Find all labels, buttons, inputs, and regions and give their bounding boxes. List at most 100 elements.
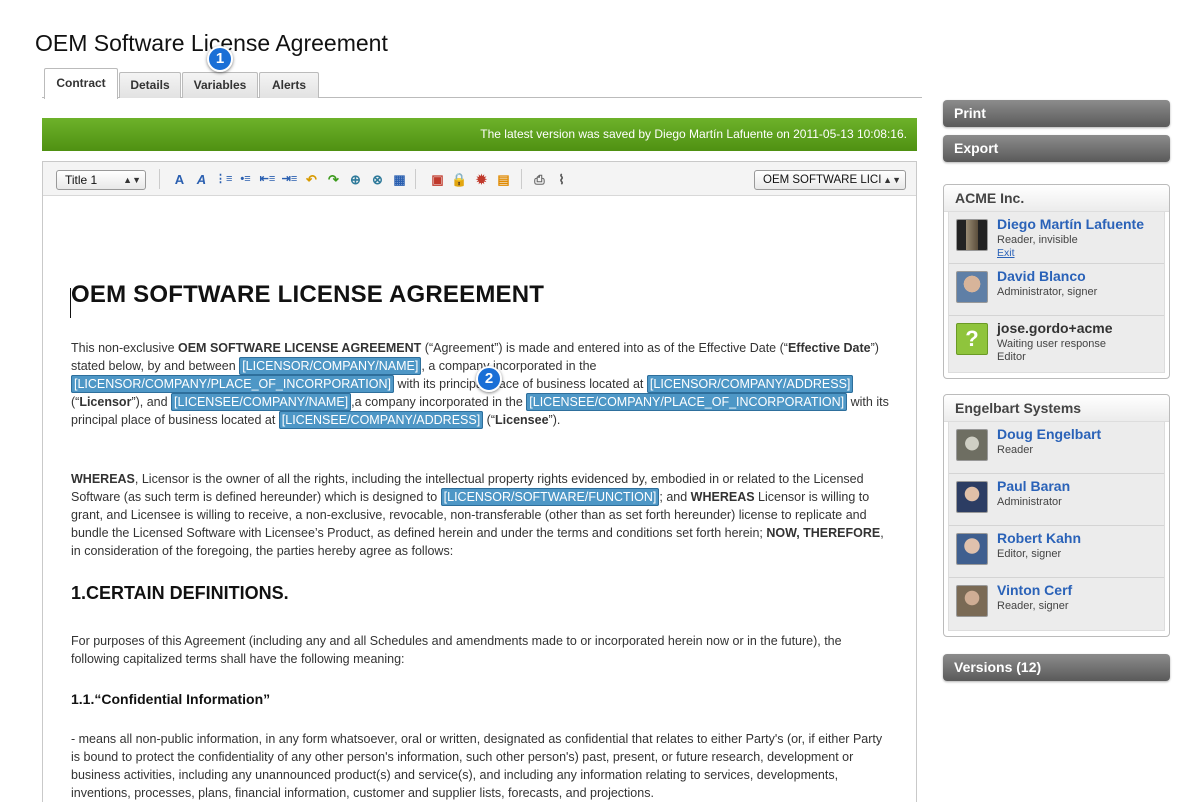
app-root: OEM Software License Agreement Contract … bbox=[0, 0, 1203, 802]
undo-icon[interactable]: ↶ bbox=[303, 171, 320, 188]
user-name[interactable]: jose.gordo+acme bbox=[997, 320, 1113, 336]
user-name[interactable]: David Blanco bbox=[997, 268, 1086, 284]
style-select-value: Title 1 bbox=[65, 173, 98, 187]
text-run: This non-exclusive bbox=[71, 341, 178, 355]
variable-licensor-company-name[interactable]: [LICENSOR/COMPANY/NAME] bbox=[239, 357, 422, 375]
avatar bbox=[956, 585, 988, 617]
section-1-heading: 1.CERTAIN DEFINITIONS. bbox=[71, 583, 289, 603]
text-run: ”), and bbox=[131, 395, 172, 409]
avatar bbox=[956, 271, 988, 303]
indent-icon[interactable]: ⇥≡ bbox=[281, 171, 298, 188]
user-item: David Blanco Administrator, signer bbox=[949, 264, 1164, 316]
bold-run: NOW, THEREFORE bbox=[766, 526, 881, 540]
user-name[interactable]: Paul Baran bbox=[997, 478, 1070, 494]
user-list: Diego Martín Lafuente Reader, invisible … bbox=[948, 212, 1165, 373]
toolbar-separator bbox=[521, 169, 522, 189]
user-role: Reader, invisible bbox=[997, 234, 1078, 246]
variable-licensee-place-of-incorporation[interactable]: [LICENSEE/COMPANY/PLACE_OF_INCORPORATION… bbox=[526, 393, 848, 411]
italic-icon[interactable]: A bbox=[193, 171, 210, 188]
redo-icon[interactable]: ↷ bbox=[325, 171, 342, 188]
tab-bar: Contract Details Variables Alerts bbox=[42, 68, 922, 99]
variable-licensee-address[interactable]: [LICENSEE/COMPANY/ADDRESS] bbox=[278, 411, 484, 429]
callout-badge-1: 1 bbox=[207, 46, 233, 72]
print-icon[interactable]: ⎙ bbox=[531, 171, 548, 188]
user-role: Waiting user response bbox=[997, 338, 1107, 350]
save-icon[interactable]: ▣ bbox=[429, 171, 446, 188]
tab-contract[interactable]: Contract bbox=[44, 68, 118, 99]
section-1-1-heading: 1.1.“Confidential Information” bbox=[71, 691, 271, 707]
user-name[interactable]: Robert Kahn bbox=[997, 530, 1081, 546]
user-name[interactable]: Doug Engelbart bbox=[997, 426, 1101, 442]
style-select[interactable]: Title 1 ▲▼ bbox=[56, 170, 146, 190]
tab-variables[interactable]: Variables bbox=[182, 72, 258, 98]
section-1-1-text: - means all non-public information, in a… bbox=[71, 732, 883, 800]
ordered-list-icon[interactable]: ⋮≡ bbox=[215, 171, 232, 188]
toolbar-separator bbox=[159, 169, 160, 189]
group-panel-acme: ACME Inc. Diego Martín Lafuente Reader, … bbox=[943, 184, 1170, 379]
table-icon[interactable]: ▦ bbox=[391, 171, 408, 188]
unordered-list-icon[interactable]: •≡ bbox=[237, 171, 254, 188]
avatar bbox=[956, 219, 988, 251]
avatar bbox=[956, 429, 988, 461]
user-item: Paul Baran Administrator bbox=[949, 474, 1164, 526]
user-item: Doug Engelbart Reader bbox=[949, 422, 1164, 474]
user-role: Administrator bbox=[997, 496, 1062, 508]
select-arrows-icon: ▲▼ bbox=[883, 175, 901, 185]
bold-run: WHEREAS bbox=[71, 472, 135, 486]
avatar bbox=[956, 481, 988, 513]
text-run: (“ bbox=[483, 413, 496, 427]
bold-icon[interactable]: A bbox=[171, 171, 188, 188]
text-run: ,a company incorporated in the bbox=[351, 395, 527, 409]
variable-licensor-software-function[interactable]: [LICENSOR/SOFTWARE/FUNCTION] bbox=[440, 488, 660, 506]
user-name[interactable]: Diego Martín Lafuente bbox=[997, 216, 1144, 232]
group-panel-engelbart: Engelbart Systems Doug Engelbart Reader … bbox=[943, 394, 1170, 637]
bold-run: Effective Date bbox=[787, 341, 871, 355]
exit-link[interactable]: Exit bbox=[997, 247, 1015, 259]
tab-alerts[interactable]: Alerts bbox=[259, 72, 319, 98]
attachment-icon[interactable]: ⌇ bbox=[553, 171, 570, 188]
export-button[interactable]: Export bbox=[943, 135, 1170, 162]
unlink-icon[interactable]: ⊗ bbox=[369, 171, 386, 188]
user-role: Administrator, signer bbox=[997, 286, 1098, 298]
user-item: Robert Kahn Editor, signer bbox=[949, 526, 1164, 578]
document-select[interactable]: OEM SOFTWARE LICI ▲▼ bbox=[754, 170, 906, 190]
editor-toolbar: Title 1 ▲▼ A A ⋮≡ •≡ ⇤≡ ⇥≡ ↶ ↷ ⊕ ⊗ ▦ ▣ 🔒… bbox=[43, 162, 916, 196]
document-heading: OEM SOFTWARE LICENSE AGREEMENT bbox=[71, 281, 545, 308]
document-editor: Title 1 ▲▼ A A ⋮≡ •≡ ⇤≡ ⇥≡ ↶ ↷ ⊕ ⊗ ▦ ▣ 🔒… bbox=[42, 161, 917, 802]
print-button[interactable]: Print bbox=[943, 100, 1170, 127]
text-run: ”). bbox=[548, 413, 561, 427]
variable-licensee-company-name[interactable]: [LICENSEE/COMPANY/NAME] bbox=[171, 393, 352, 411]
user-item: Vinton Cerf Reader, signer bbox=[949, 578, 1164, 630]
text-run: with its principal place of business loc… bbox=[393, 377, 647, 391]
toolbar-separator bbox=[415, 169, 416, 189]
archive-icon[interactable]: ▤ bbox=[495, 171, 512, 188]
user-role: Editor, signer bbox=[997, 548, 1062, 560]
versions-button[interactable]: Versions (12) bbox=[943, 654, 1170, 681]
outdent-icon[interactable]: ⇤≡ bbox=[259, 171, 276, 188]
document-select-value: OEM SOFTWARE LICI bbox=[763, 174, 882, 186]
lock-icon[interactable]: 🔒 bbox=[451, 171, 468, 188]
callout-badge-2: 2 bbox=[476, 366, 502, 392]
select-arrows-icon: ▲▼ bbox=[123, 175, 141, 185]
variable-licensor-place-of-incorporation[interactable]: [LICENSOR/COMPANY/PLACE_OF_INCORPORATION… bbox=[71, 375, 394, 393]
user-name[interactable]: Vinton Cerf bbox=[997, 582, 1072, 598]
user-role: Reader bbox=[997, 444, 1034, 456]
whereas-paragraph: WHEREAS, Licensor is the owner of all th… bbox=[71, 470, 891, 560]
text-run: ; and bbox=[659, 490, 691, 504]
text-run: (“Agreement”) is made and entered into a… bbox=[421, 341, 788, 355]
bold-run: WHEREAS bbox=[690, 490, 755, 504]
save-status-bar: The latest version was saved by Diego Ma… bbox=[42, 118, 917, 151]
group-name: Engelbart Systems bbox=[944, 395, 1169, 422]
link-icon[interactable]: ⊕ bbox=[347, 171, 364, 188]
user-role: Reader, signer bbox=[997, 600, 1069, 612]
user-role-secondary: Editor bbox=[997, 351, 1026, 363]
bold-run: Licensee bbox=[495, 413, 549, 427]
tab-details[interactable]: Details bbox=[119, 72, 181, 98]
section-1-text: For purposes of this Agreement (includin… bbox=[71, 634, 842, 666]
seal-icon[interactable]: ✹ bbox=[473, 171, 490, 188]
unknown-user-icon: ? bbox=[956, 323, 988, 355]
user-item: ? jose.gordo+acme Waiting user response … bbox=[949, 316, 1164, 372]
bold-run: Licensor bbox=[79, 395, 132, 409]
variable-licensor-address[interactable]: [LICENSOR/COMPANY/ADDRESS] bbox=[646, 375, 854, 393]
avatar bbox=[956, 533, 988, 565]
